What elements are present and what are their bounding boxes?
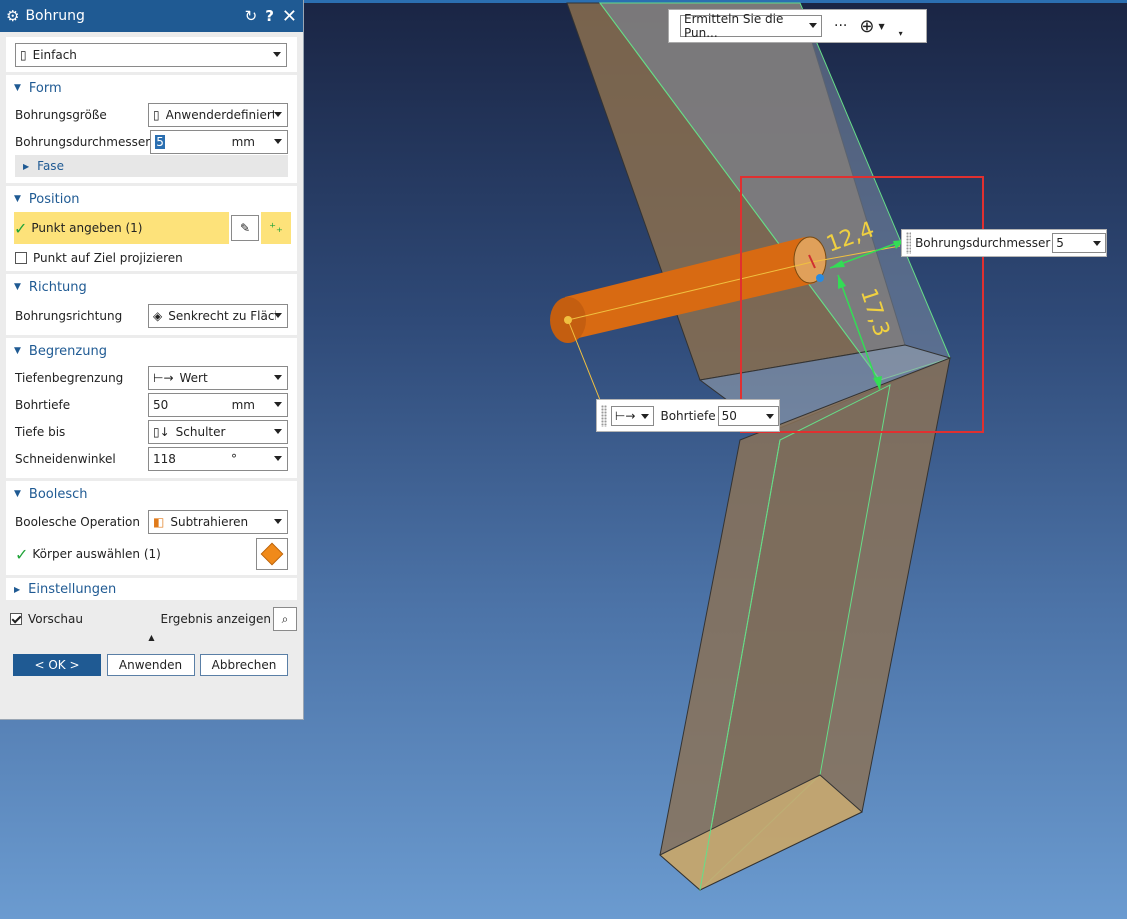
arrow-right-bar-icon: ⊢→: [153, 370, 174, 385]
type-section: ▯ Einfach: [6, 37, 297, 72]
depth-field[interactable]: 50 mm: [148, 392, 288, 417]
checkmark-icon: ✓: [14, 218, 28, 238]
ok-button[interactable]: < OK >: [13, 654, 101, 676]
direction-section: ▼ Richtung Bohrungsrichtung ◈ Senkrecht zu…: [6, 274, 297, 335]
magnifier-icon: ⌕: [281, 611, 289, 626]
select-body-label[interactable]: Körper auswählen (1): [32, 547, 256, 561]
project-point-checkbox[interactable]: [15, 251, 27, 264]
section-header-einstellungen[interactable]: ▶ Einstellungen: [6, 578, 297, 600]
close-icon[interactable]: ✕: [282, 6, 297, 27]
sketch-point-button[interactable]: ✎: [231, 215, 259, 241]
more-options-icon[interactable]: ···: [834, 18, 847, 34]
preview-row: Vorschau Ergebnis anzeigen ⌕: [6, 606, 297, 632]
drag-handle[interactable]: [601, 404, 607, 427]
select-body-button[interactable]: [256, 538, 288, 570]
section-header-fase[interactable]: ▶ Fase: [15, 155, 288, 177]
reset-icon[interactable]: ↻: [245, 7, 258, 25]
hole-size-select[interactable]: ▯ Anwenderdefiniert: [148, 102, 288, 127]
show-result-label: Ergebnis anzeigen: [160, 612, 271, 626]
show-result-button[interactable]: ⌕: [273, 607, 297, 631]
gear-icon: ⚙: [6, 7, 20, 25]
hole-dialog: ⚙ Bohrung ↻ ? ✕ ▯ Einfach ▼ Form Bohrungs…: [0, 0, 304, 720]
point-mode-select[interactable]: Ermitteln Sie die Pun...: [680, 12, 822, 40]
cancel-button[interactable]: Abbrechen: [200, 654, 288, 676]
hole-icon: ▯: [153, 107, 160, 122]
depth-to-select[interactable]: ▯↓ Schulter: [148, 419, 288, 444]
diameter-onscreen-input: Bohrungsdurchmesser 5: [901, 229, 1107, 257]
hole-direction-select[interactable]: ◈ Senkrecht zu Fläch: [148, 303, 288, 328]
project-point-label: Punkt auf Ziel projizieren: [33, 250, 183, 265]
diameter-onscreen-field[interactable]: 5: [1052, 233, 1106, 253]
sketch-icon: ✎: [239, 221, 251, 235]
section-header-boolesch[interactable]: ▼ Boolesch: [6, 481, 297, 507]
collapse-arrow-icon[interactable]: ▲: [0, 632, 303, 644]
dialog-title: Bohrung: [25, 8, 85, 24]
boolean-op-select[interactable]: ◧ Subtrahieren: [148, 510, 288, 534]
tip-angle-label: Schneidenwinkel: [15, 451, 116, 466]
point-dialog-button[interactable]: ⁺₊: [261, 212, 291, 244]
hole-point: [816, 274, 824, 282]
depth-onscreen-field[interactable]: 50: [717, 405, 779, 426]
section-header-richtung[interactable]: ▼ Richtung: [6, 274, 297, 300]
depth-limit-select[interactable]: ⊢→ Wert: [148, 365, 288, 390]
depth-limit-onscreen-select[interactable]: ⊢→: [610, 405, 655, 426]
section-header-position[interactable]: ▼ Position: [6, 186, 297, 212]
normal-to-face-icon: ◈: [153, 308, 163, 323]
form-section: ▼ Form Bohrungsgröße ▯ Anwenderdefiniert B…: [6, 75, 297, 183]
add-points-icon: ⁺₊: [269, 220, 283, 236]
section-header-form[interactable]: ▼ Form: [6, 75, 297, 101]
limits-section: ▼ Begrenzung Tiefenbegrenzung ⊢→ Wert Bohr…: [6, 338, 297, 478]
tip-angle-field[interactable]: 118 °: [148, 446, 288, 471]
specify-point-row[interactable]: ✓ Punkt angeben (1): [14, 212, 229, 244]
solid-body-icon: [260, 542, 284, 566]
subtract-icon: ◧: [153, 515, 165, 529]
depth-to-label: Tiefe bis: [15, 424, 66, 439]
shoulder-icon: ▯↓: [153, 424, 170, 439]
drag-handle[interactable]: [906, 232, 912, 254]
point-snap-icon[interactable]: ⊕: [859, 16, 874, 37]
hole-diameter-field[interactable]: 5 mm: [150, 129, 288, 154]
preview-label: Vorschau: [28, 612, 83, 626]
apply-button[interactable]: Anwenden: [106, 654, 195, 676]
settings-section: ▶ Einstellungen: [6, 578, 297, 600]
section-header-begrenzung[interactable]: ▼ Begrenzung: [6, 338, 297, 364]
hole-size-label: Bohrungsgröße: [15, 107, 107, 122]
dialog-titlebar: ⚙ Bohrung ↻ ? ✕: [0, 0, 303, 32]
hole-direction-label: Bohrungsrichtung: [15, 308, 123, 323]
chevron-down-icon[interactable]: ▼: [878, 22, 884, 31]
hole-diameter-label: Bohrungsdurchmesser: [15, 134, 151, 149]
depth-limit-label: Tiefenbegrenzung: [15, 370, 124, 385]
hole-type-select[interactable]: ▯ Einfach: [15, 42, 287, 67]
depth-onscreen-input: ⊢→ Bohrtiefe 50: [596, 399, 780, 432]
depth-onscreen-label: Bohrtiefe: [660, 408, 716, 423]
diameter-onscreen-label: Bohrungsdurchmesser: [915, 236, 1051, 250]
hole-icon: ▯: [20, 47, 27, 62]
boolean-section: ▼ Boolesch Boolesche Operation ◧ Subtrahie…: [6, 481, 297, 575]
toolbar-expand-icon[interactable]: ▾: [899, 29, 903, 38]
snap-toolbar: Ermitteln Sie die Pun... ··· ⊕ ▼ ▾: [668, 9, 927, 43]
position-section: ▼ Position ✓ Punkt angeben (1) ✎ ⁺₊ Punkt…: [6, 186, 297, 271]
checkmark-icon: ✓: [15, 544, 29, 564]
help-icon[interactable]: ?: [265, 7, 274, 25]
boolean-op-label: Boolesche Operation: [15, 515, 141, 529]
depth-label: Bohrtiefe: [15, 397, 71, 412]
preview-checkbox[interactable]: [10, 613, 22, 625]
arrow-right-bar-icon: ⊢→: [614, 408, 636, 423]
